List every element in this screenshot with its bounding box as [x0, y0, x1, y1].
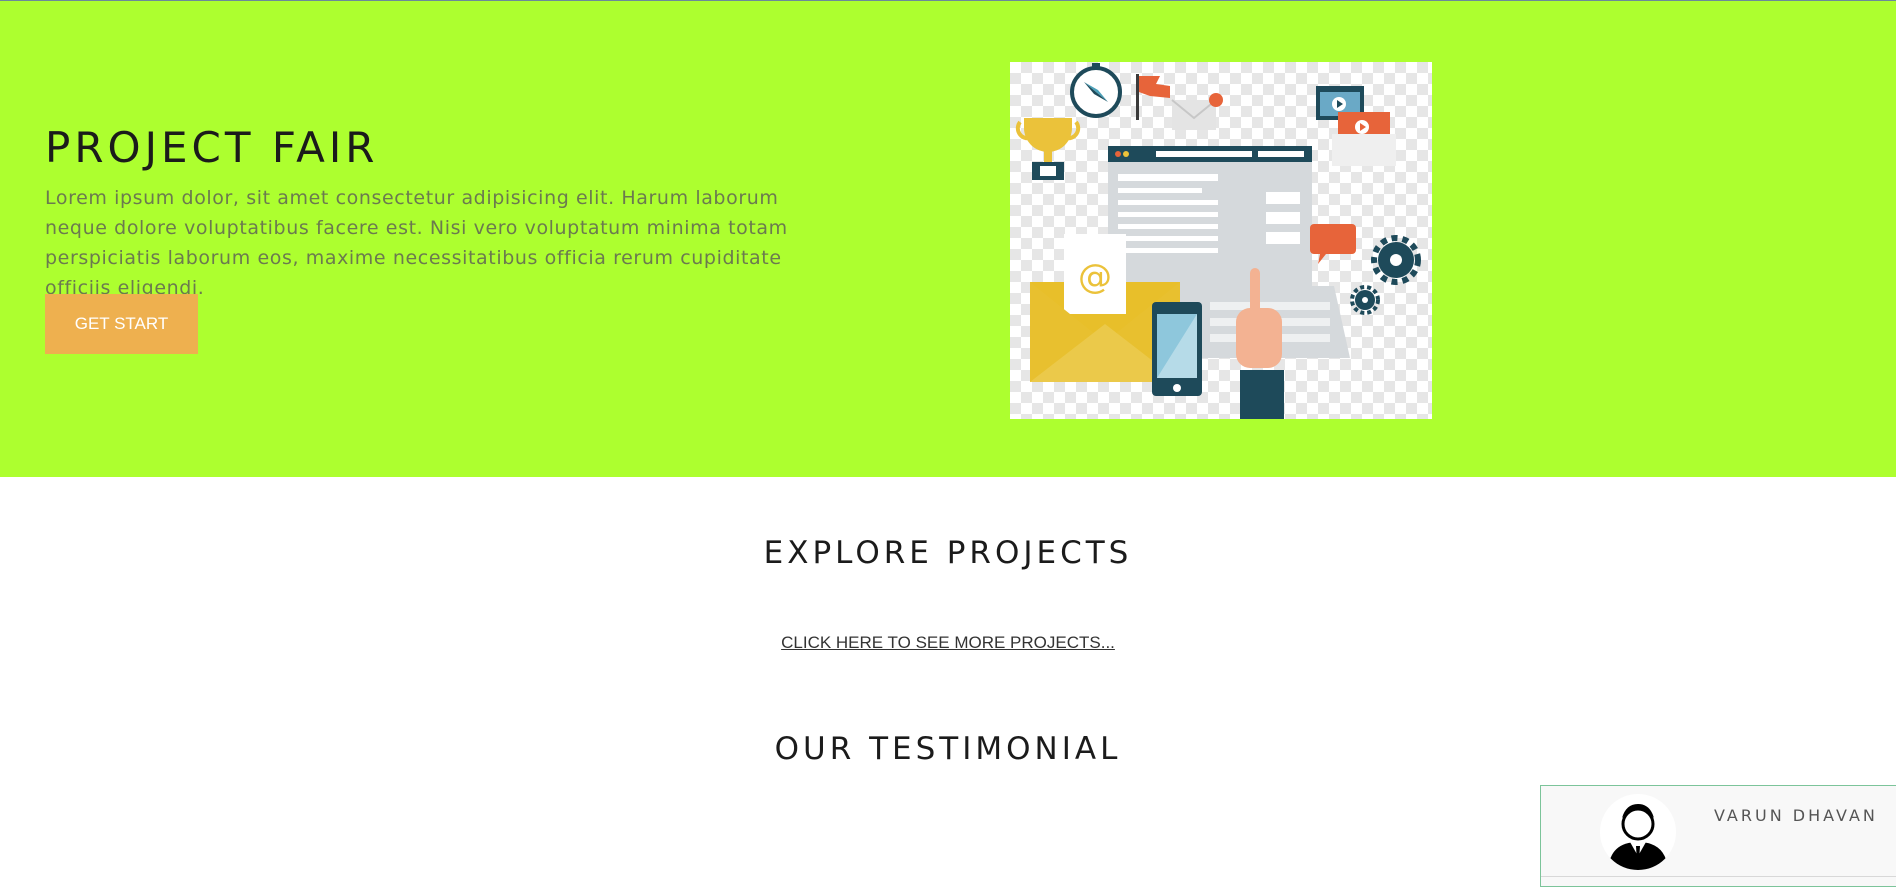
- trophy-icon: [1015, 118, 1081, 180]
- hero-section: PROJECT FAIR Lorem ipsum dolor, sit amet…: [0, 1, 1896, 477]
- card-divider: [1541, 876, 1896, 877]
- envelope-small-icon: [1171, 93, 1223, 130]
- hero-illustration: @: [1010, 62, 1432, 419]
- testimonial-name: VARUN DHAVAN: [1714, 806, 1878, 825]
- explore-projects-heading: EXPLORE PROJECTS: [763, 535, 1133, 571]
- see-more-projects-link[interactable]: CLICK HERE TO SEE MORE PROJECTS...: [781, 633, 1115, 652]
- get-start-button[interactable]: GET START: [45, 294, 198, 354]
- user-avatar-icon: [1600, 794, 1676, 870]
- web-marketing-illustration: @: [1015, 63, 1421, 419]
- compass-icon: [1070, 63, 1122, 118]
- hero-description: Lorem ipsum dolor, sit amet consectetur …: [45, 187, 788, 299]
- testimonial-heading: OUR TESTIMONIAL: [774, 731, 1122, 767]
- flag-icon: [1136, 74, 1170, 120]
- video-play-icon: [1316, 86, 1396, 166]
- chat-bubble-icon: [1310, 224, 1356, 264]
- smartphone-icon: [1152, 302, 1202, 396]
- hero-title: PROJECT FAIR: [45, 123, 379, 172]
- testimonial-card: VARUN DHAVAN: [1540, 785, 1896, 887]
- gear-icon: [1350, 235, 1421, 315]
- more-projects-link-wrap: CLICK HERE TO SEE MORE PROJECTS...: [0, 633, 1896, 653]
- svg-text:@: @: [1078, 257, 1112, 297]
